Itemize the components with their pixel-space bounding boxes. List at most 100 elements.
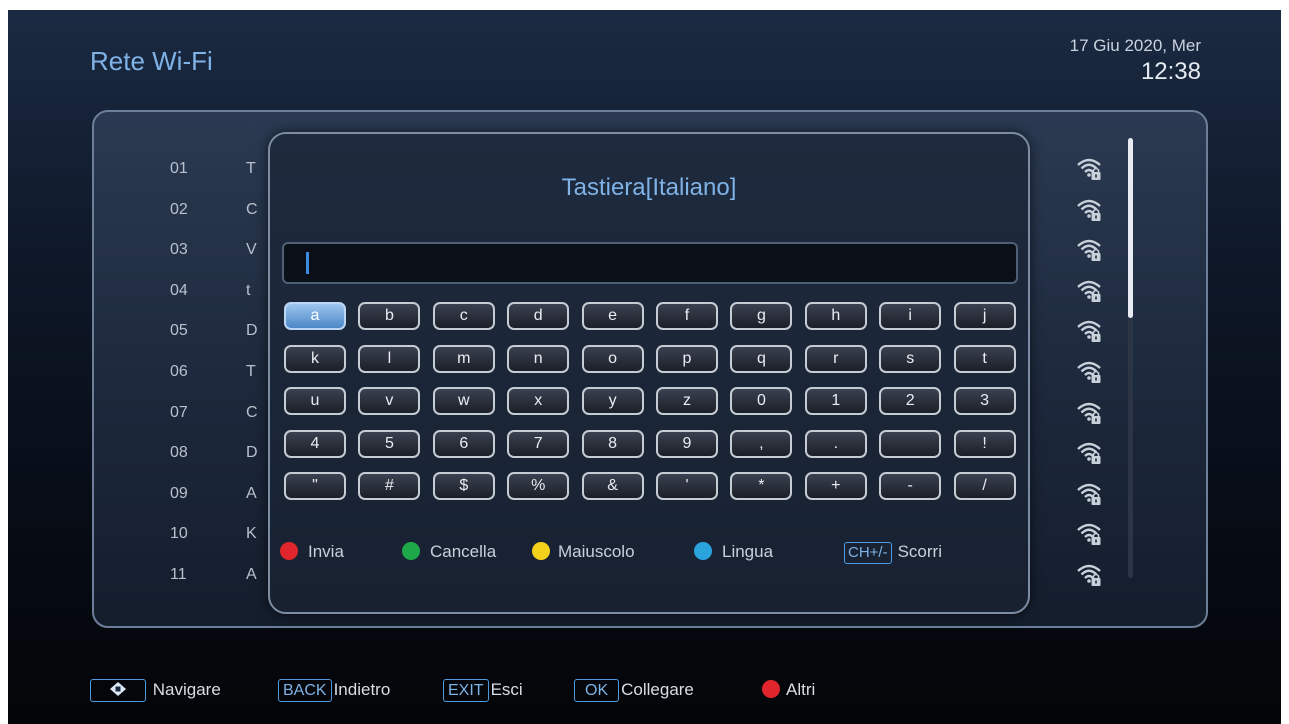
wifi-locked-icon <box>1076 440 1102 466</box>
key-button[interactable]: k <box>284 344 346 373</box>
keyboard-text-input[interactable] <box>282 242 1018 284</box>
key-button[interactable] <box>879 429 942 458</box>
key-button[interactable]: 0 <box>730 387 793 415</box>
legend-delete[interactable]: Cancella <box>402 542 496 566</box>
legend-scroll[interactable]: CH+/- Scorri <box>844 542 942 566</box>
list-scrollbar[interactable] <box>1128 138 1133 578</box>
key-button[interactable]: 2 <box>879 387 942 415</box>
network-row-number: 07 <box>170 403 188 421</box>
key-button[interactable]: s <box>879 344 942 373</box>
network-row-number: 08 <box>170 444 188 462</box>
key-button[interactable]: d <box>507 302 570 330</box>
network-row-number: 05 <box>170 322 188 340</box>
key-button[interactable]: 9 <box>656 429 718 458</box>
help-back-label: Indietro <box>333 680 391 699</box>
help-back[interactable]: BACK Indietro <box>278 678 390 702</box>
key-button[interactable]: g <box>730 302 793 330</box>
legend-scroll-label: Scorri <box>897 542 942 561</box>
text-cursor <box>306 252 309 274</box>
key-button[interactable]: b <box>358 302 421 330</box>
key-button[interactable]: l <box>358 344 421 373</box>
key-button[interactable]: q <box>730 344 793 373</box>
red-button-icon <box>280 542 298 560</box>
key-button[interactable]: " <box>284 472 346 500</box>
key-button[interactable]: $ <box>432 472 495 500</box>
key-button[interactable]: - <box>879 472 942 500</box>
key-button[interactable]: y <box>581 387 644 415</box>
help-more[interactable]: Altri <box>762 678 815 702</box>
key-button[interactable]: . <box>804 429 867 458</box>
network-row-number: 10 <box>170 525 188 543</box>
wifi-locked-icon <box>1076 278 1102 304</box>
key-button[interactable]: 8 <box>581 429 644 458</box>
key-button[interactable]: 7 <box>507 429 570 458</box>
wifi-locked-icon <box>1076 400 1102 426</box>
key-button[interactable]: % <box>507 472 570 500</box>
help-navigate-label: Navigare <box>152 680 221 699</box>
ch-key-badge: CH+/- <box>844 542 892 564</box>
key-button[interactable]: 6 <box>432 429 495 458</box>
legend-uppercase-label: Maiuscolo <box>558 542 635 561</box>
network-row-number: 06 <box>170 363 188 380</box>
help-connect[interactable]: OK Collegare <box>574 678 694 702</box>
help-navigate[interactable]: Navigare <box>90 678 221 702</box>
key-button[interactable]: u <box>284 387 346 415</box>
key-button[interactable]: h <box>804 302 867 330</box>
green-button-icon <box>402 542 420 560</box>
key-button[interactable]: n <box>507 344 570 373</box>
key-button[interactable]: f <box>656 302 718 330</box>
key-button[interactable]: t <box>953 344 1016 373</box>
key-button[interactable]: x <box>507 387 570 415</box>
legend-language[interactable]: Lingua <box>694 542 773 566</box>
key-button[interactable]: c <box>432 302 495 330</box>
key-button[interactable]: j <box>953 302 1016 330</box>
page-title: Rete Wi-Fi <box>90 46 213 76</box>
legend-send[interactable]: Invia <box>280 542 344 566</box>
key-button[interactable]: 4 <box>284 429 346 458</box>
key-button[interactable]: r <box>804 344 867 373</box>
key-button[interactable]: w <box>432 387 495 415</box>
exit-key-badge: EXIT <box>443 679 489 702</box>
yellow-button-icon <box>532 542 550 560</box>
key-button[interactable]: / <box>953 472 1016 500</box>
key-button[interactable]: a <box>284 302 346 330</box>
list-scrollbar-thumb[interactable] <box>1128 138 1133 318</box>
back-key-badge: BACK <box>278 679 332 702</box>
key-button[interactable]: ! <box>953 429 1016 458</box>
network-row-number: 03 <box>170 241 188 259</box>
network-row-number: 11 <box>170 566 187 583</box>
key-button[interactable]: , <box>730 429 793 458</box>
key-button[interactable]: ' <box>656 472 718 500</box>
legend-language-label: Lingua <box>722 542 774 561</box>
legend-uppercase[interactable]: Maiuscolo <box>532 542 635 566</box>
network-row-number: 02 <box>170 200 188 218</box>
network-row-number: 01 <box>170 160 188 177</box>
keyboard-title: Tastiera[Italiano] <box>561 174 737 201</box>
wifi-locked-icon <box>1076 197 1102 223</box>
key-button[interactable]: p <box>656 344 718 373</box>
key-button[interactable]: i <box>879 302 942 330</box>
ok-key-badge: OK <box>574 679 620 702</box>
wifi-locked-icon <box>1076 481 1102 507</box>
help-exit[interactable]: EXIT Esci <box>443 678 523 702</box>
wifi-locked-icon <box>1076 562 1102 588</box>
key-button[interactable]: 1 <box>804 387 867 415</box>
key-button[interactable]: # <box>358 472 421 500</box>
key-button[interactable]: 5 <box>358 429 421 458</box>
legend-delete-label: Cancella <box>430 542 497 561</box>
key-button[interactable]: m <box>432 344 495 373</box>
wifi-locked-icon <box>1076 237 1102 263</box>
key-button[interactable]: v <box>358 387 421 415</box>
help-more-label: Altri <box>786 680 816 699</box>
dpad-icon <box>90 679 146 702</box>
key-button[interactable]: * <box>730 472 793 500</box>
keyboard-keys: abcdefghij klmnopqrst uvwxyz0123 456789,. !… <box>284 302 1024 522</box>
key-button[interactable]: o <box>581 344 644 373</box>
key-button[interactable]: & <box>581 472 644 500</box>
wifi-locked-icon <box>1076 521 1102 547</box>
red-button-icon <box>762 680 780 698</box>
key-button[interactable]: z <box>656 387 718 415</box>
key-button[interactable]: e <box>581 302 644 330</box>
key-button[interactable]: + <box>804 472 867 500</box>
key-button[interactable]: 3 <box>953 387 1016 415</box>
